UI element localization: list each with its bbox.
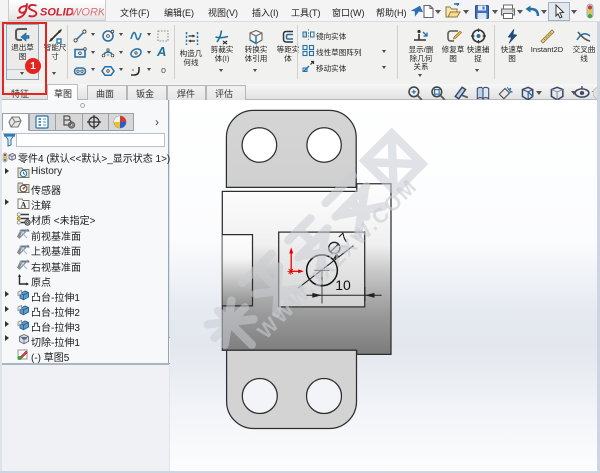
svg-text:WWW.JXZXW.COM: WWW.JXZXW.COM: [253, 174, 422, 343]
